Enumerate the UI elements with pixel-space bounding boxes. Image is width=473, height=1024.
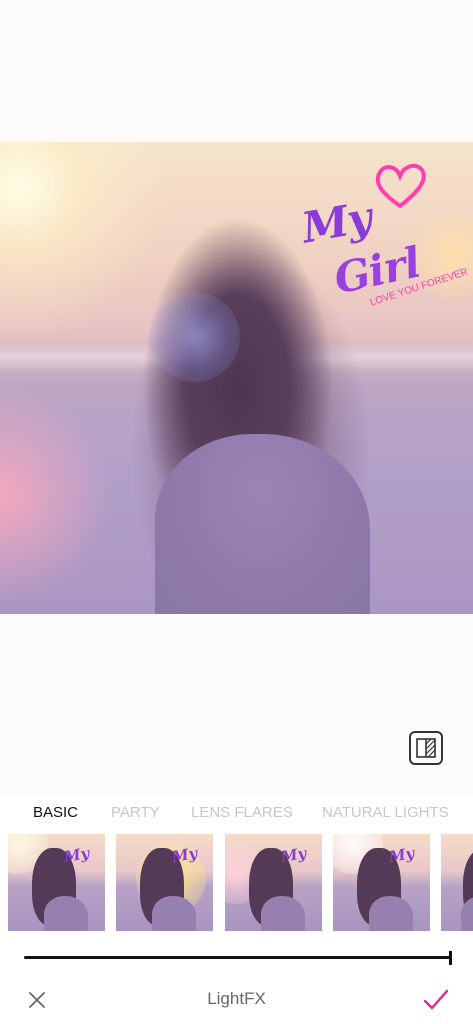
bottom-bar: LightFX xyxy=(0,983,473,1019)
effect-thumb-2[interactable]: My xyxy=(116,834,213,931)
lens-flare xyxy=(150,292,240,382)
tab-natural-lights[interactable]: NATURAL LIGHTS xyxy=(322,804,449,821)
compare-button[interactable] xyxy=(409,731,443,765)
sticker-line-my: My xyxy=(298,192,375,253)
effect-thumb-4[interactable]: My xyxy=(333,834,430,931)
slider-handle[interactable] xyxy=(449,951,452,965)
tab-lens-flares[interactable]: LENS FLARES xyxy=(191,804,293,821)
photo-canvas: My Girl LOVE YOU FOREVER xyxy=(0,142,473,614)
effect-thumb-5[interactable] xyxy=(441,834,473,931)
thumb-sticker: My xyxy=(387,843,416,867)
subject-sweater xyxy=(155,434,370,614)
slider-track xyxy=(24,956,452,959)
tool-title: LightFX xyxy=(207,989,266,1008)
effect-thumbnail-strip: My My My My xyxy=(0,834,473,932)
heart-icon xyxy=(375,163,426,209)
confirm-button[interactable] xyxy=(422,987,450,1013)
effect-thumb-3[interactable]: My xyxy=(225,834,322,931)
my-girl-sticker[interactable]: My Girl LOVE YOU FOREVER xyxy=(298,162,469,332)
tab-basic[interactable]: BASIC xyxy=(33,804,78,821)
checkmark-icon xyxy=(423,989,449,1010)
category-tabs: BASIC PARTY LENS FLARES NATURAL LIGHTS xyxy=(0,804,473,826)
effects-panel: BASIC PARTY LENS FLARES NATURAL LIGHTS M… xyxy=(0,795,473,1024)
effect-thumb-1[interactable]: My xyxy=(8,834,105,931)
thumb-sticker: My xyxy=(170,843,199,867)
tab-party[interactable]: PARTY xyxy=(111,804,160,821)
thumb-sticker: My xyxy=(62,843,91,867)
intensity-slider[interactable] xyxy=(24,951,452,965)
thumb-sticker: My xyxy=(279,843,308,867)
compare-icon xyxy=(416,738,436,758)
